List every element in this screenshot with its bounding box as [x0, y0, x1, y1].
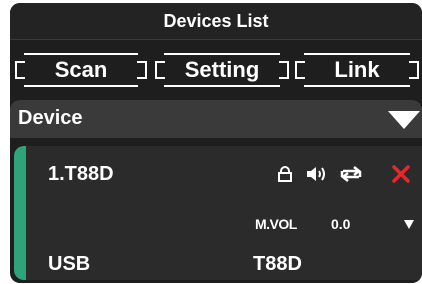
scan-button-label: Scan [54, 57, 108, 82]
setting-button[interactable]: Setting [155, 53, 289, 87]
link-button-label: Link [334, 57, 380, 82]
setting-button-label: Setting [184, 57, 260, 82]
swap-icon[interactable] [340, 166, 362, 182]
window-title: Devices List [163, 10, 269, 31]
device-name: 1.T88D [48, 163, 114, 185]
volume-value[interactable]: 0.0 [331, 216, 350, 232]
app-window: Devices List Scan Setting Link Device 1.… [10, 3, 422, 283]
device-section-header[interactable]: Device [10, 100, 422, 138]
collapse-toggle-icon[interactable] [388, 111, 420, 129]
section-title: Device [18, 107, 83, 129]
connection-type: USB [48, 253, 91, 275]
close-icon[interactable] [391, 164, 411, 184]
speaker-icon[interactable] [306, 165, 328, 183]
toolbar: Scan Setting Link [10, 40, 422, 100]
volume-label: M.VOL [255, 216, 297, 232]
device-model: T88D [253, 253, 302, 275]
scan-button[interactable]: Scan [15, 53, 147, 87]
device-status-bar [14, 146, 26, 280]
device-card[interactable]: 1.T88D M.VOL 0.0 USB T88D [14, 146, 422, 280]
link-button[interactable]: Link [295, 53, 419, 87]
title-bar: Devices List [10, 3, 422, 40]
chevron-down-icon[interactable] [404, 220, 414, 229]
lock-icon[interactable] [277, 166, 293, 182]
